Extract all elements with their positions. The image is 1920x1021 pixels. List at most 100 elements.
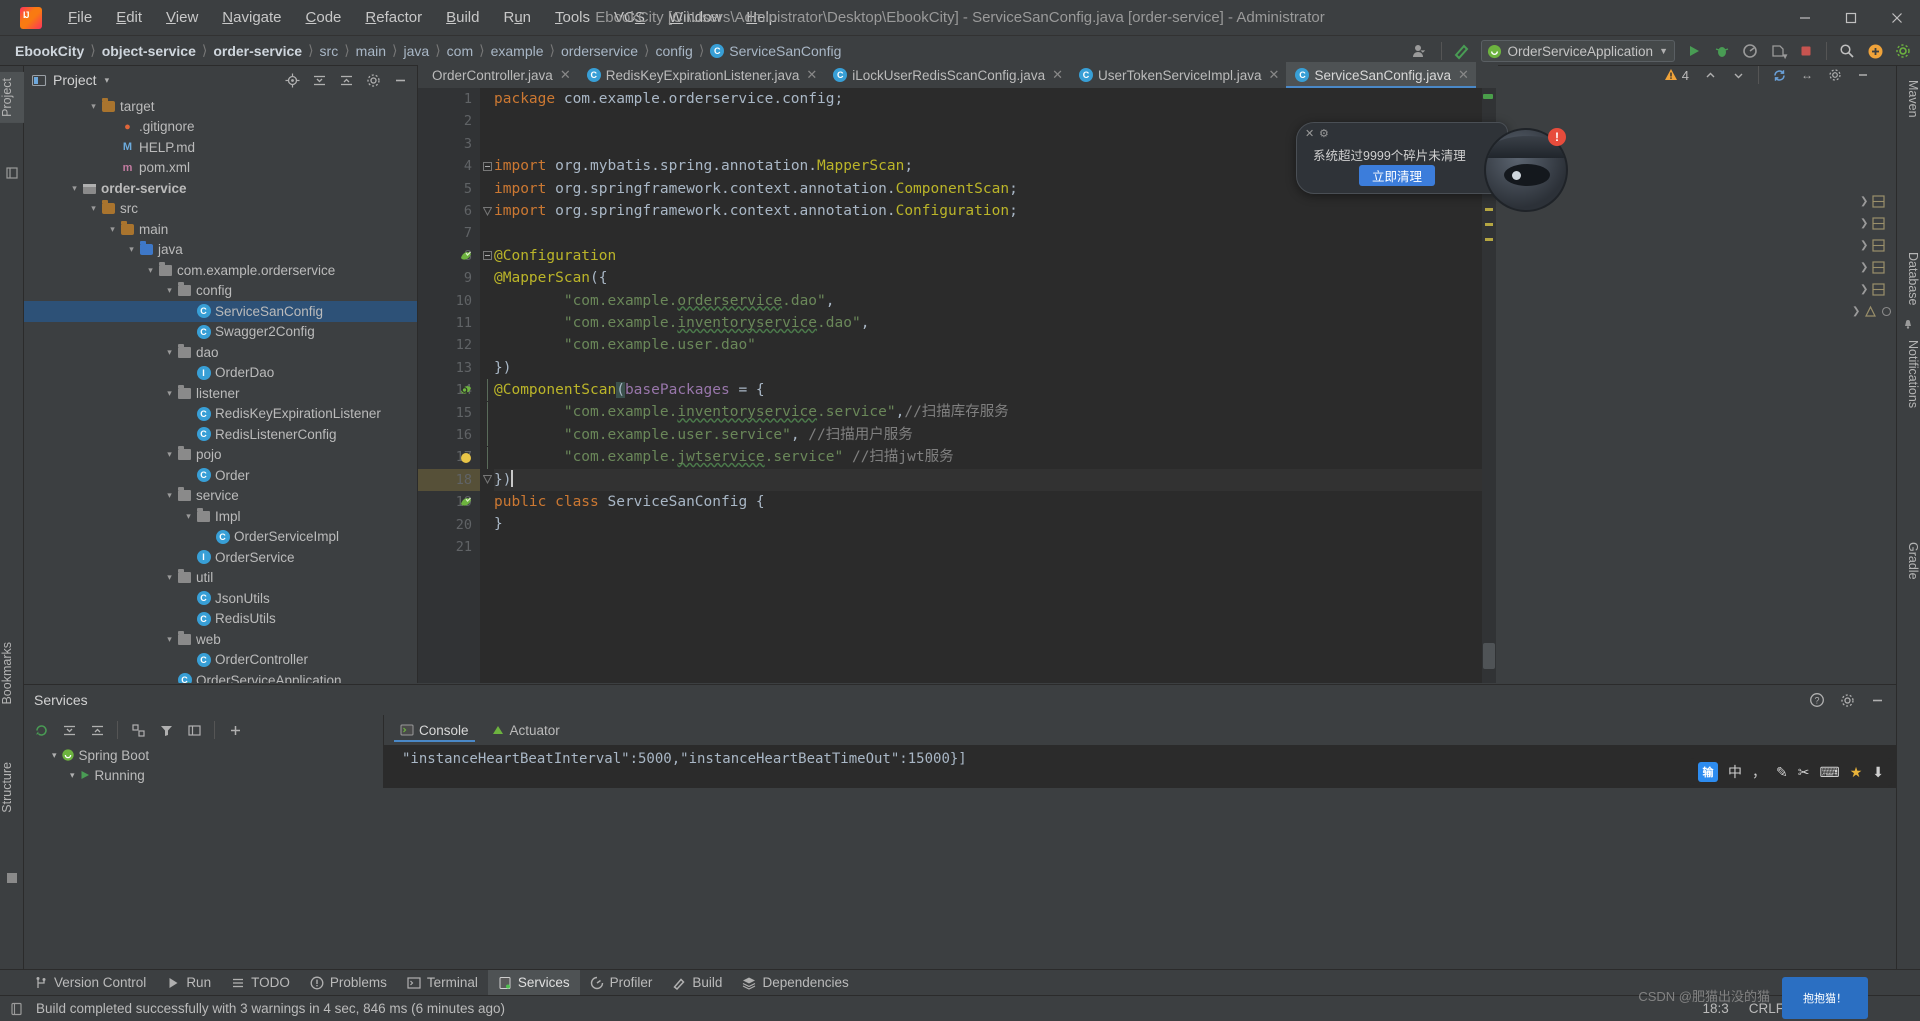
tree-item-pom-xml[interactable]: m pom.xml [24,158,417,179]
code-line-21[interactable] [494,536,1496,558]
sidebar-item-notifications[interactable]: Notifications [1896,334,1920,414]
editor-tab-ilockuserredisscanconfig-java[interactable]: CiLockUserRedisScanConfig.java ✕ [824,62,1070,88]
ime-screenshot-icon[interactable]: ✂ [1798,764,1810,781]
settings-icon[interactable] [1822,63,1848,87]
code-line-7[interactable] [494,222,1496,244]
expand-editor-icon[interactable]: ↔ [1794,63,1820,87]
locate-icon[interactable] [279,68,305,92]
tree-item-src[interactable]: ▾ src [24,199,417,220]
tool-window-profiler[interactable]: Profiler [580,970,663,996]
tool-window-terminal[interactable]: Terminal [397,970,488,996]
code-line-6[interactable]: import org.springframework.context.annot… [494,200,1496,222]
search-icon[interactable] [1834,39,1860,63]
code-line-19[interactable]: public class ServiceSanConfig { [494,491,1496,513]
services-tree-item-running[interactable]: ▾ Running [24,765,383,785]
ime-favorites-icon[interactable]: ★ [1850,764,1863,781]
tree-item-util[interactable]: ▾ util [24,568,417,589]
chevron-down-icon[interactable]: ▾ [144,265,157,276]
profile-icon[interactable] [1737,39,1763,63]
chevron-down-icon[interactable] [1725,63,1751,87]
warning-marker[interactable] [1485,208,1493,211]
code-line-16[interactable]: "com.example.user.service", //扫描用户服务 [494,424,1496,446]
plugins-icon[interactable] [1862,39,1888,63]
collapse-icon[interactable] [56,718,82,742]
stop-icon[interactable] [1793,39,1819,63]
breadcrumb-item-7[interactable]: example [486,41,549,61]
chevron-down-icon[interactable]: ▾ [163,285,176,296]
gear-icon[interactable] [1890,39,1916,63]
close-icon[interactable]: ✕ [1269,67,1280,83]
tool-window-todo[interactable]: TODO [221,970,300,996]
editor-tab-ordercontroller-java[interactable]: OrderController.java ✕ [418,62,578,88]
ime-punctuation[interactable]: ， [1752,762,1766,782]
tool-window-problems[interactable]: Problems [300,970,397,996]
spring-bean-icon[interactable] [458,245,474,267]
ime-toolbar[interactable]: 输 中 ， ✎ ✂ ⌨ ★ ⬇ [1690,758,1892,786]
menu-view[interactable]: View [154,5,210,30]
menu-code[interactable]: Code [294,5,354,30]
fold-marker[interactable] [482,155,492,177]
ime-more-icon[interactable]: ⬇ [1872,764,1884,781]
chevron-down-icon[interactable]: ▾ [106,224,119,235]
clean-now-button[interactable]: 立即清理 [1359,165,1435,186]
menu-build[interactable]: Build [434,5,491,30]
close-button[interactable] [1874,0,1920,36]
build-hammer-icon[interactable] [1449,39,1475,63]
chevron-down-icon[interactable]: ▾ [68,183,81,194]
show-icon[interactable] [181,718,207,742]
breadcrumb-item-2[interactable]: order-service [208,41,307,61]
gear-icon[interactable]: ⚙ [1319,127,1329,140]
breadcrumb-item-6[interactable]: com [442,41,478,61]
right-row-4[interactable]: ❯ [1852,278,1896,300]
tree-item-redisutils[interactable]: C RedisUtils [24,609,417,630]
chevron-up-icon[interactable] [1697,63,1723,87]
tool-window-services[interactable]: Services [487,969,580,996]
hide-panel-icon[interactable] [1864,688,1890,712]
tree-item-servicesanconfig[interactable]: C ServiceSanConfig [24,301,417,322]
sidebar-item-bookmarks[interactable]: Bookmarks [0,636,24,711]
run-icon[interactable] [1681,39,1707,63]
fold-marker[interactable] [482,446,492,469]
menu-file[interactable]: File [56,5,104,30]
sidebar-item-structure[interactable]: Structure [0,756,24,819]
tree-item-impl[interactable]: ▾ Impl [24,506,417,527]
ime-handwriting-icon[interactable]: ✎ [1776,764,1788,781]
editor-tab-servicesanconfig-java[interactable]: C ServiceSanConfig.java ✕ [1286,62,1477,88]
tool-window-dependencies[interactable]: Dependencies [732,970,858,996]
code-line-12[interactable]: "com.example.user.dao" [494,334,1496,356]
sidebar-item-project[interactable]: Project [0,72,24,123]
menu-navigate[interactable]: Navigate [210,5,293,30]
close-icon[interactable]: ✕ [806,67,817,83]
tree-item-order[interactable]: C Order [24,465,417,486]
code-line-18[interactable]: }) [418,468,1536,492]
spring-bean-icon[interactable] [458,491,474,513]
tab-actuator[interactable]: Actuator [481,719,570,742]
menu-edit[interactable]: Edit [104,5,154,30]
code-line-13[interactable]: }) [494,357,1496,379]
fold-marker[interactable] [482,379,492,402]
tree-item-target[interactable]: ▾ target [24,96,417,117]
tree-item-java[interactable]: ▾ java [24,240,417,261]
sidebar-item-maven[interactable]: Maven [1896,74,1920,124]
code-line-20[interactable]: } [494,513,1496,535]
breadcrumb-item-10[interactable]: C ServiceSanConfig [705,41,846,61]
tree-item-rediskeyexpirationlistener[interactable]: C RedisKeyExpirationListener [24,404,417,425]
tree-item-jsonutils[interactable]: C JsonUtils [24,588,417,609]
tree-item-config[interactable]: ▾ config [24,281,417,302]
warning-marker[interactable] [1485,223,1493,226]
services-tree-item-spring-boot[interactable]: ▾ Spring Boot [24,745,383,765]
tree-item-orderdao[interactable]: I OrderDao [24,363,417,384]
tool-window-version-control[interactable]: Version Control [24,970,156,996]
breadcrumb-item-8[interactable]: orderservice [556,41,643,61]
ime-mode-chinese[interactable]: 中 [1728,762,1742,782]
tree-item-orderserviceimpl[interactable]: C OrderServiceImpl [24,527,417,548]
breadcrumb-item-5[interactable]: java [399,41,435,61]
chevron-down-icon[interactable]: ▾ [163,347,176,358]
debug-icon[interactable] [1709,39,1735,63]
run-configuration-selector[interactable]: OrderServiceApplication ▼ [1480,40,1675,62]
right-row-2[interactable]: ❯ [1852,234,1896,256]
fold-marker[interactable] [482,401,492,424]
expand-icon[interactable] [84,718,110,742]
fold-marker[interactable] [482,424,492,447]
chevron-down-icon[interactable]: ▾ [87,101,100,112]
